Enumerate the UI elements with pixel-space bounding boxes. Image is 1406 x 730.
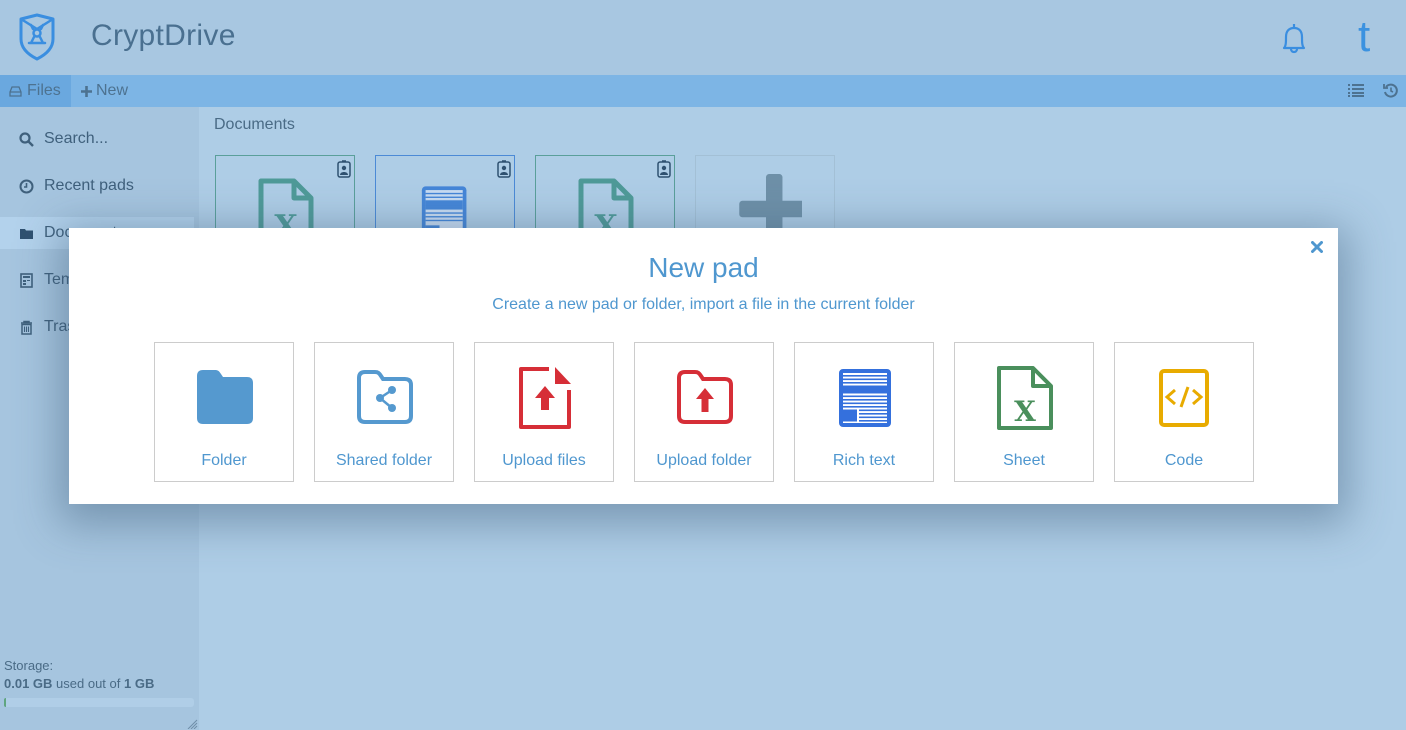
list-view-icon[interactable] <box>1348 83 1364 97</box>
template-icon <box>20 272 33 288</box>
new-pad-options: Folder Shared folder Upload files Upload… <box>154 342 1254 482</box>
option-shared-folder[interactable]: Shared folder <box>314 342 454 482</box>
storage-middle-text: used out of <box>56 676 121 691</box>
cryptpad-logo-icon[interactable] <box>17 13 57 61</box>
upload-folder-icon <box>677 370 733 424</box>
app-title: CryptDrive <box>91 19 236 52</box>
option-rich-text[interactable]: Rich text <box>794 342 934 482</box>
top-bar: CryptDrive t <box>0 0 1406 75</box>
storage-label: Storage: <box>4 658 54 673</box>
option-upload-folder[interactable]: Upload folder <box>634 342 774 482</box>
new-button-label: New <box>96 82 129 99</box>
resize-handle-icon[interactable] <box>186 719 198 729</box>
option-label: Upload files <box>502 452 586 469</box>
option-label: Rich text <box>832 452 896 469</box>
trash-icon <box>21 320 32 335</box>
option-upload-files[interactable]: Upload files <box>474 342 614 482</box>
search-icon <box>19 131 34 147</box>
option-label: Code <box>1164 452 1204 469</box>
owner-badge-icon <box>497 160 511 178</box>
option-label: Shared folder <box>335 452 433 469</box>
folder-icon <box>197 370 253 424</box>
sidebar-item-search[interactable]: Search... <box>0 116 199 162</box>
option-sheet[interactable]: X Sheet <box>954 342 1094 482</box>
modal-subtitle: Create a new pad or folder, import a fil… <box>492 296 915 313</box>
history-icon[interactable] <box>1383 83 1398 98</box>
clock-icon <box>19 179 34 193</box>
sidebar-item-recent[interactable]: Recent pads <box>0 163 199 209</box>
shared-folder-icon <box>357 370 413 424</box>
rich-text-icon <box>839 369 891 427</box>
option-folder[interactable]: Folder <box>154 342 294 482</box>
drive-icon <box>9 85 22 97</box>
option-code[interactable]: Code <box>1114 342 1254 482</box>
new-pad-modal: New pad Create a new pad or folder, impo… <box>69 228 1338 504</box>
files-tab[interactable]: Files <box>0 75 71 107</box>
sidebar-item-label: Search... <box>44 130 109 147</box>
plus-icon <box>81 85 92 97</box>
option-label: Upload folder <box>656 452 752 469</box>
bell-icon[interactable] <box>1278 22 1310 56</box>
storage-progress-fill <box>4 698 6 707</box>
upload-file-icon <box>519 367 571 429</box>
user-avatar[interactable]: t <box>1358 12 1370 62</box>
sidebar-item-label: Recent pads <box>44 177 134 194</box>
option-label: Folder <box>201 452 247 469</box>
code-icon <box>1159 369 1209 427</box>
storage-total: 1 GB <box>124 676 155 691</box>
modal-title: New pad <box>648 252 759 283</box>
folder-open-icon <box>20 228 33 239</box>
storage-progress-bar <box>4 698 194 707</box>
storage-info: Storage: 0.01 GB used out of 1 GB <box>4 657 154 693</box>
sheet-icon: X <box>997 366 1053 430</box>
drive-toolbar: Files New <box>0 75 1406 107</box>
owner-badge-icon <box>337 160 351 178</box>
svg-text:X: X <box>1014 395 1036 428</box>
storage-used: 0.01 GB <box>4 676 53 691</box>
files-tab-label: Files <box>27 82 61 99</box>
option-label: Sheet <box>1003 452 1045 469</box>
new-button[interactable]: New <box>81 75 128 107</box>
owner-badge-icon <box>657 160 671 178</box>
breadcrumb[interactable]: Documents <box>214 116 295 134</box>
